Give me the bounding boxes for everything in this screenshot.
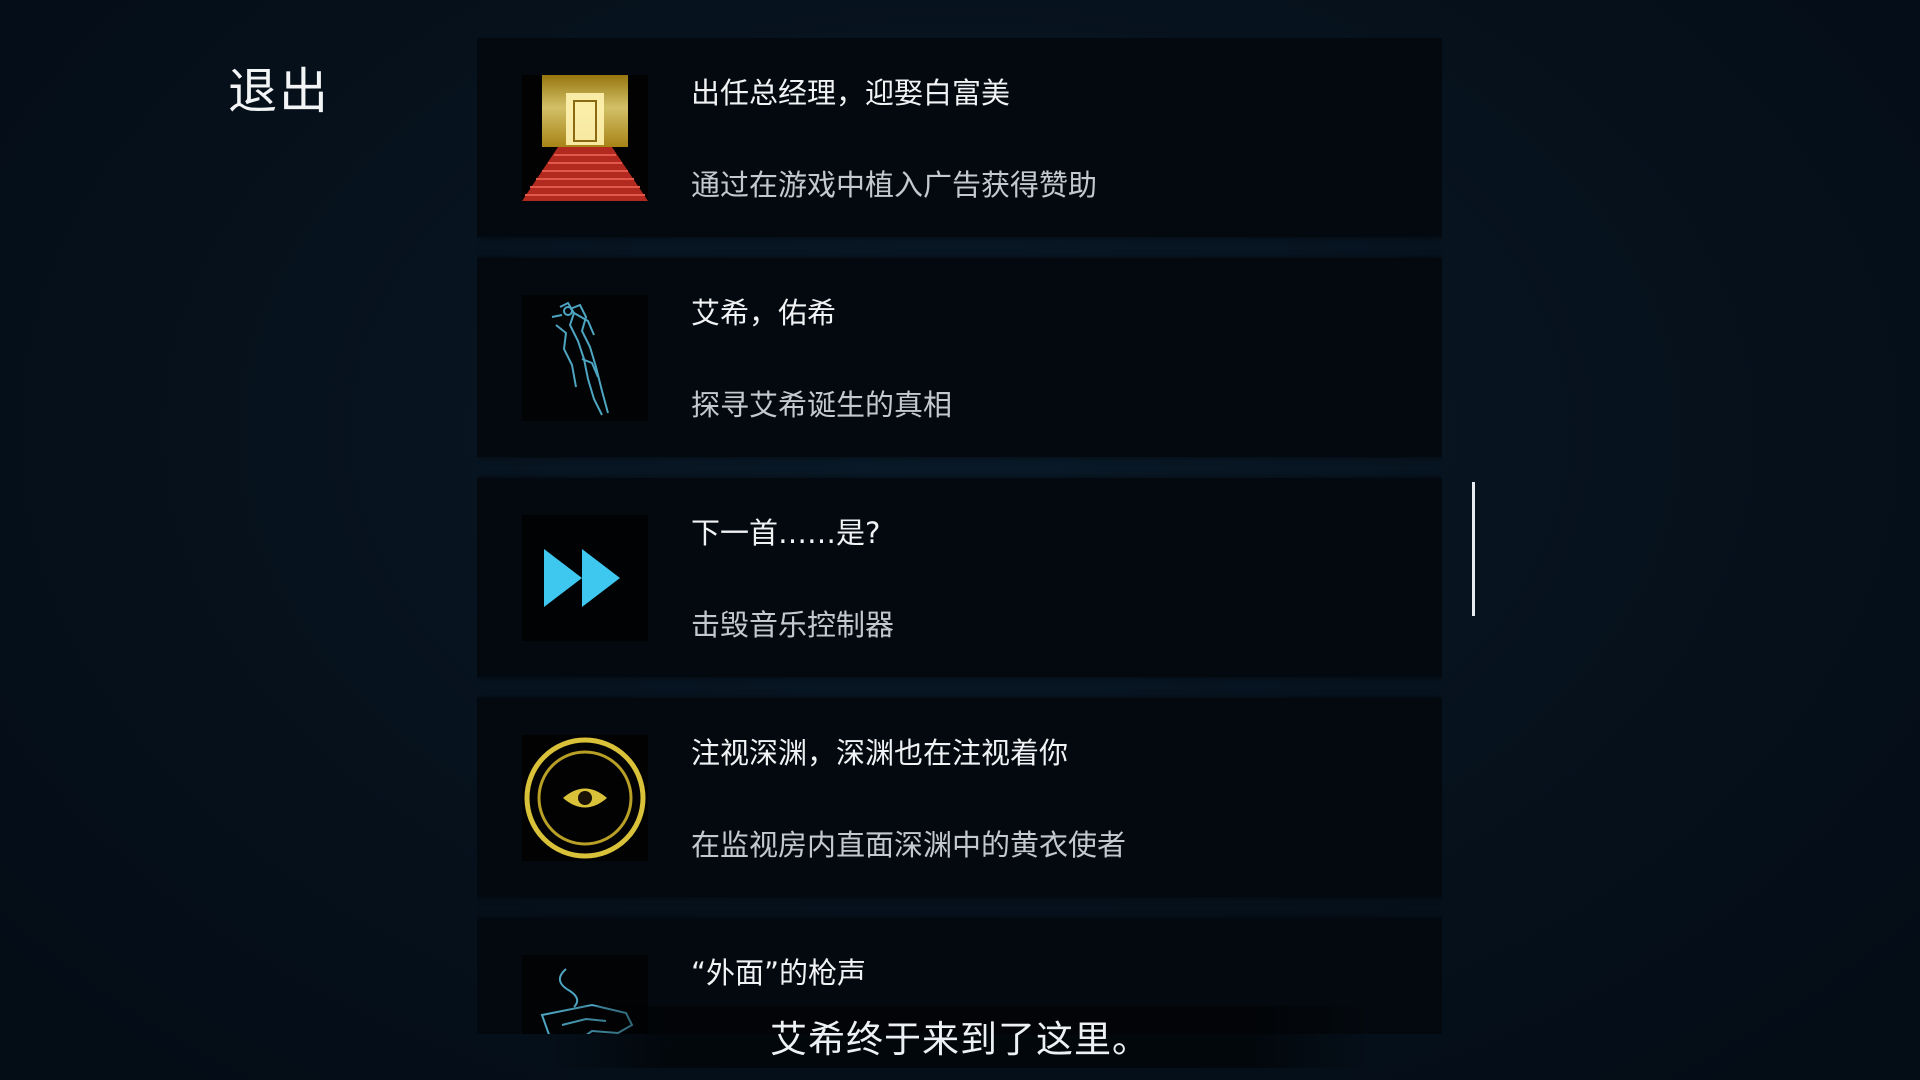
achievement-list[interactable]: 出任总经理，迎娶白富美 通过在游戏中植入广告获得赞助 艾希，佑希 探寻艾希诞生的… — [477, 38, 1442, 1034]
achievement-title: 下一首……是? — [691, 516, 881, 550]
achievement-description: 在监视房内直面深渊中的黄衣使者 — [691, 828, 1127, 862]
achievement-card[interactable]: 出任总经理，迎娶白富美 通过在游戏中植入广告获得赞助 — [477, 38, 1442, 237]
exit-button[interactable]: 退出 — [228, 52, 330, 123]
red-carpet-golden-door-icon — [522, 75, 648, 201]
achievement-card[interactable]: 注视深渊，深渊也在注视着你 在监视房内直面深渊中的黄衣使者 — [477, 698, 1442, 897]
achievement-title: 出任总经理，迎娶白富美 — [691, 76, 1011, 110]
achievement-description: 击毁音乐控制器 — [691, 608, 895, 642]
blue-wire-robot-arm-icon — [522, 295, 648, 421]
achievement-card[interactable]: 下一首……是? 击毁音乐控制器 — [477, 478, 1442, 677]
golden-eye-circle-icon — [522, 735, 648, 861]
dialogue-subtitle: 艾希终于来到了这里。 — [770, 1018, 1150, 1061]
achievement-card[interactable]: 艾希，佑希 探寻艾希诞生的真相 — [477, 258, 1442, 457]
achievement-screen: 退出 出任总经理，迎娶白富美 通过在游戏中植入广告获得赞助 艾希，佑希 探寻艾希… — [0, 0, 1920, 1080]
fast-forward-icon — [522, 515, 648, 641]
achievement-description: 探寻艾希诞生的真相 — [691, 388, 953, 422]
achievement-title: 艾希，佑希 — [691, 296, 837, 330]
achievement-title: “外面”的枪声 — [691, 956, 867, 990]
scrollbar-thumb[interactable] — [1472, 482, 1475, 616]
achievement-title: 注视深渊，深渊也在注视着你 — [691, 736, 1069, 770]
achievement-description: 通过在游戏中植入广告获得赞助 — [691, 168, 1098, 202]
